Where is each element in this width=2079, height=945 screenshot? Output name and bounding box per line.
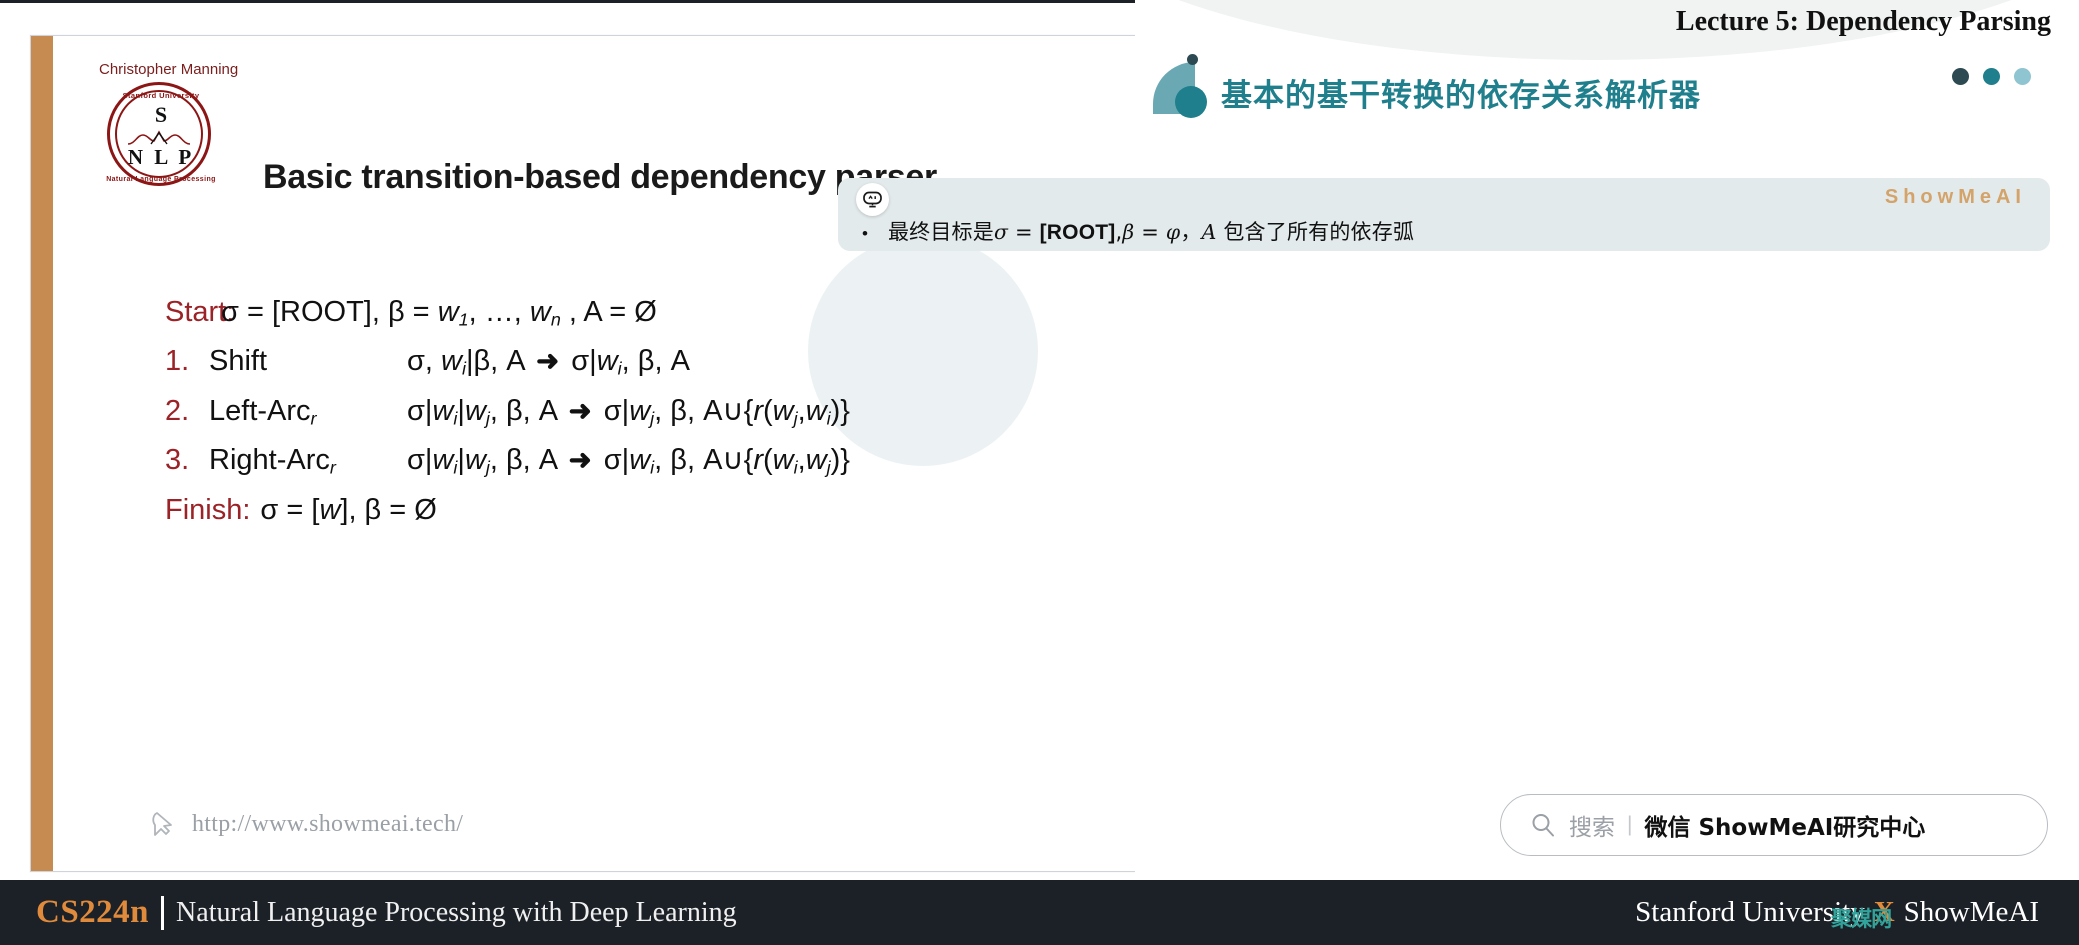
slide-inner: Christopher Manning Stanford University … (53, 36, 1136, 871)
algo-row-name: Left-Arcr (209, 394, 317, 429)
slide-card: Christopher Manning Stanford University … (30, 35, 1137, 872)
search-brand-label: 微信 ShowMeAI研究中心 (1644, 815, 1926, 841)
dot-dark-icon (1952, 68, 1969, 85)
seal-mountain-icon (127, 130, 191, 145)
algo-row-expr: σ, wi|β, A ➜ σ|wi, β, A (407, 345, 690, 379)
footer-bar: CS224n Natural Language Processing with … (0, 880, 2079, 945)
search-icon (1529, 811, 1557, 839)
algo-row-finish: Finish: σ = [w], β = Ø (165, 493, 850, 526)
author-name: Christopher Manning (99, 61, 239, 78)
right-panel: Lecture 5: Dependency Parsing 基本的基干转换的依存… (1045, 0, 2079, 880)
algo-row-shift: 1. Shift σ, wi|β, A ➜ σ|wi, β, A (165, 345, 850, 379)
algo-row-expr: σ = [ROOT], β = w1, …, wn , A = Ø (221, 296, 657, 330)
algo-row-left-arc: 2. Left-Arcr σ|wi|wj, β, A ➜ σ|wj, β, A∪… (165, 394, 850, 429)
teal-circle-shape (1175, 86, 1207, 118)
section-heading: 基本的基干转换的依存关系解析器 (1153, 54, 2053, 118)
algo-row-label: 1. (165, 345, 190, 378)
note-brand-label: ShowMeAI (1884, 186, 2026, 208)
stanford-nlp-logo: Christopher Manning Stanford University … (99, 61, 245, 192)
algo-row-label: Start: (165, 296, 235, 328)
watermark-label: 聚媒网 (1831, 907, 1892, 931)
dot-teal-icon (1983, 68, 2000, 85)
algo-row-right-arc: 3. Right-Arcr σ|wi|wj, β, A ➜ σ|wi, β, A… (165, 444, 850, 478)
footer-divider (161, 895, 165, 930)
seal-center-letter: S (154, 102, 168, 127)
dot-light-icon (2014, 68, 2031, 85)
search-placeholder: 搜索 (1569, 815, 1615, 841)
ai-robot-icon (856, 183, 889, 216)
algo-row-expr: σ|wi|wj, β, A ➜ σ|wi, β, A∪{r(wi,wj)} (407, 444, 850, 478)
section-title: 基本的基干转换的依存关系解析器 (1221, 78, 1701, 114)
partner-right-label: ShowMeAI (1903, 896, 2039, 928)
algo-row-label: Finish: (165, 493, 251, 526)
seal-center-word: N L P (127, 145, 195, 169)
seal-arc-bottom-label: Natural Language Processing (106, 176, 216, 183)
cursor-pointer-icon (149, 809, 179, 839)
slide-accent-bar (31, 36, 53, 871)
decorative-dots (1952, 68, 2031, 85)
seal-arc-top-label: Stanford University (122, 91, 200, 100)
course-code: CS224n (36, 894, 150, 930)
footer-partners: Stanford University X ShowMeAI 聚媒网 (1635, 896, 2039, 931)
slide-url-text[interactable]: http://www.showmeai.tech/ (192, 811, 463, 838)
course-name: Natural Language Processing with Deep Le… (176, 896, 737, 928)
search-divider: | (1627, 813, 1633, 836)
slide-title: Basic transition-based dependency parser (263, 158, 937, 196)
algo-row-name: Right-Arcr (209, 444, 336, 478)
algo-row-start: Start: σ = [ROOT], β = w1, …, wn , A = Ø (165, 296, 850, 330)
lecture-title: Lecture 5: Dependency Parsing (1675, 6, 2051, 37)
algo-row-label: 2. (165, 394, 190, 427)
note-card: ShowMeAI • 最终目标是σ = [ROOT],β = φ，A 包含了所有… (838, 178, 2050, 251)
note-text: 最终目标是σ = [ROOT],β = φ，A 包含了所有的依存弧 (887, 220, 1415, 244)
algo-row-label: 3. (165, 444, 190, 477)
search-bar[interactable]: 搜索 | 微信 ShowMeAI研究中心 (1500, 794, 2048, 856)
algo-row-expr: σ|wi|wj, β, A ➜ σ|wj, β, A∪{r(wj,wi)} (407, 394, 850, 429)
algorithm-list: Start: σ = [ROOT], β = w1, …, wn , A = Ø… (165, 296, 850, 544)
note-bullet-row: • 最终目标是σ = [ROOT],β = φ，A 包含了所有的依存弧 (862, 216, 1414, 246)
algo-row-name: Shift (209, 345, 268, 378)
algo-row-expr: σ = [w], β = Ø (260, 493, 437, 526)
stanford-nlp-seal-icon: Stanford University S N L P Natural Lang… (105, 80, 217, 192)
teal-dot-icon (1187, 54, 1198, 65)
bullet-marker: • (862, 224, 868, 243)
slide-url-row[interactable]: http://www.showmeai.tech/ (149, 809, 463, 839)
